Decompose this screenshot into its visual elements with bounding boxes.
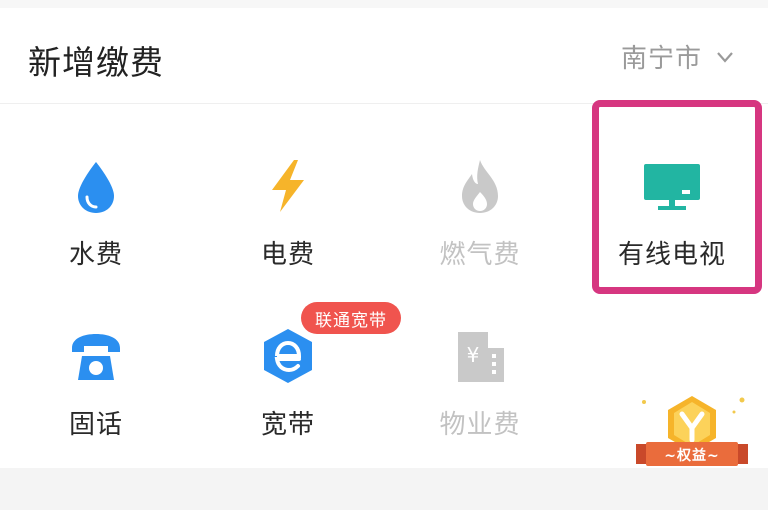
telephone-icon xyxy=(72,334,120,380)
tv-icon xyxy=(644,164,700,210)
service-label: 水费 xyxy=(68,240,123,270)
top-strip xyxy=(0,0,768,8)
service-label: 电费 xyxy=(260,240,315,270)
page-title: 新增缴费 xyxy=(28,43,164,82)
broadband-promo-badge: 联通宽带 xyxy=(301,302,401,334)
lightning-icon xyxy=(272,160,304,212)
benefit-label: ~权益~ xyxy=(664,448,720,464)
service-water[interactable]: 水费 xyxy=(0,106,192,276)
service-landline[interactable]: 固话 xyxy=(0,276,192,446)
service-label: 有线电视 xyxy=(617,240,726,270)
service-label: 宽带 xyxy=(260,410,315,440)
broadband-e-icon xyxy=(264,329,312,383)
service-label: 燃气费 xyxy=(439,240,521,270)
service-gas[interactable]: 燃气费 xyxy=(384,106,576,276)
svg-text:¥: ¥ xyxy=(467,343,480,367)
chevron-down-icon xyxy=(717,51,733,63)
city-label: 南宁市 xyxy=(620,44,702,74)
page: 新增缴费 南宁市 水费 电费 燃气费 有线电视 固话 宽带 ¥ 物业费 联通宽带… xyxy=(0,0,768,510)
service-electricity[interactable]: 电费 xyxy=(192,106,384,276)
service-label: 固话 xyxy=(68,410,123,440)
service-property[interactable]: ¥ 物业费 xyxy=(384,276,576,446)
service-cable-tv[interactable]: 有线电视 xyxy=(576,106,768,276)
flame-icon xyxy=(462,160,498,213)
service-label: 物业费 xyxy=(439,410,521,440)
header: 新增缴费 南宁市 xyxy=(0,8,768,104)
city-selector[interactable]: 南宁市 xyxy=(621,38,736,75)
crown-benefit-icon xyxy=(636,396,748,466)
building-yen-icon: ¥ xyxy=(458,332,504,382)
water-drop-icon xyxy=(78,162,114,213)
benefit-badge[interactable]: ~权益~ xyxy=(632,392,752,488)
